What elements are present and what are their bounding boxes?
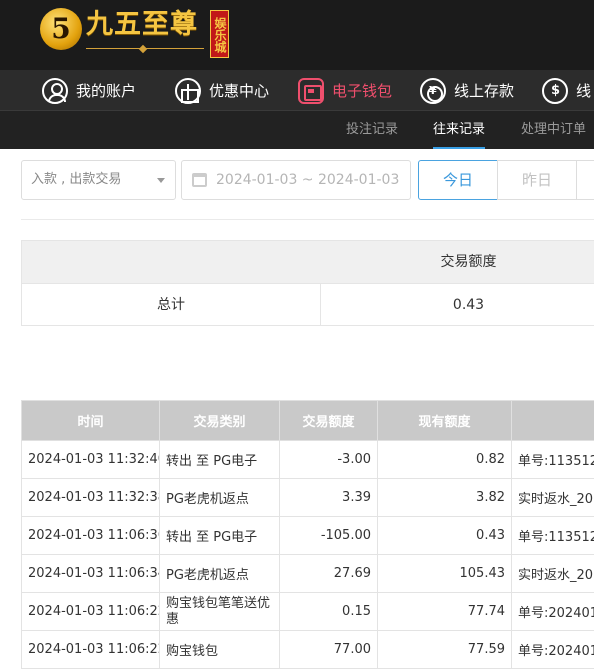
table-header-row: 时间 交易类别 交易额度 现有额度 <box>21 400 594 441</box>
nav-label: 我的账户 <box>76 82 137 100</box>
summary-table: 交易额度 总计 0.43 <box>21 240 594 326</box>
tab-pending-orders[interactable]: 处理中订单 <box>521 111 586 149</box>
nav-label: 线上存款 <box>454 82 515 100</box>
table-row: 2024-01-03 11:32:38 PG老虎机返点 3.39 3.82 实时… <box>21 478 594 517</box>
col-balance: 现有额度 <box>377 400 512 441</box>
user-icon <box>42 77 68 104</box>
cell-time: 2024-01-03 11:06:22 <box>21 630 160 669</box>
brand-name: 九五至尊 <box>86 9 198 40</box>
logo-text-wrap: 九五至尊 <box>86 8 204 52</box>
next-range-button[interactable] <box>576 160 594 200</box>
divider <box>21 219 594 220</box>
date-range-value: 2024-01-03 ~ 2024-01-03 <box>216 172 400 188</box>
nav-item-account[interactable]: 我的账户 <box>42 70 136 111</box>
money-icon <box>542 77 568 104</box>
summary-value: 0.43 <box>452 297 485 313</box>
main-nav: 我的账户 优惠中心 电子钱包 线上存款 线 <box>0 70 594 111</box>
cell-type: 购宝钱包笔笔送优惠 <box>159 592 280 631</box>
cell-balance: 77.74 <box>377 592 512 631</box>
cell-balance: 105.43 <box>377 554 512 593</box>
cell-type: 购宝钱包 <box>159 630 280 669</box>
top-bar: 5 九五至尊 娱乐城 <box>0 0 594 70</box>
cell-amount: 0.15 <box>279 592 378 631</box>
cell-time: 2024-01-03 11:06:34 <box>21 554 160 593</box>
col-note <box>511 400 594 441</box>
nav-item-deposit[interactable]: 线上存款 <box>420 70 514 111</box>
cell-time: 2024-01-03 11:32:40 <box>21 440 160 479</box>
col-type: 交易类别 <box>159 400 280 441</box>
gift-icon <box>175 77 201 104</box>
wallet-icon <box>298 77 324 104</box>
cell-amount: -3.00 <box>279 440 378 479</box>
cell-note: 单号:113512 <box>511 440 594 479</box>
cell-balance: 0.82 <box>377 440 512 479</box>
cell-amount: 27.69 <box>279 554 378 593</box>
cell-type: PG老虎机返点 <box>159 478 280 517</box>
cell-note: 实时返水_20 <box>511 554 594 593</box>
cell-note: 单号:202401 <box>511 630 594 669</box>
nav-label: 电子钱包 <box>332 82 393 100</box>
cell-note: 实时返水_20 <box>511 478 594 517</box>
sub-nav: 投注记录 往来记录 处理中订单 <box>0 111 594 149</box>
summary-label: 总计 <box>157 297 185 313</box>
today-button[interactable]: 今日 <box>418 160 498 200</box>
col-time: 时间 <box>21 400 160 441</box>
nav-item-more[interactable]: 线 <box>542 70 591 111</box>
nav-item-wallet[interactable]: 电子钱包 <box>298 70 392 111</box>
tab-transaction-records[interactable]: 往来记录 <box>433 111 486 149</box>
table-row: 2024-01-03 11:06:34 PG老虎机返点 27.69 105.43… <box>21 554 594 593</box>
logo-badge: 5 <box>40 8 82 50</box>
cell-amount: -105.00 <box>279 516 378 555</box>
calendar-icon <box>192 173 207 187</box>
summary-header: 交易额度 <box>22 241 594 283</box>
brand-tag: 娱乐城 <box>210 10 229 58</box>
table-row: 2024-01-03 11:32:40 转出 至 PG电子 -3.00 0.82… <box>21 440 594 479</box>
chevron-down-icon <box>157 178 165 183</box>
cell-time: 2024-01-03 11:32:38 <box>21 478 160 517</box>
yesterday-button[interactable]: 昨日 <box>497 160 577 200</box>
table-row: 2024-01-03 11:06:22 购宝钱包笔笔送优惠 0.15 77.74… <box>21 592 594 631</box>
logo-ornament <box>86 46 204 52</box>
deposit-icon <box>420 77 446 104</box>
cell-amount: 3.39 <box>279 478 378 517</box>
cell-time: 2024-01-03 11:06:22 <box>21 592 160 631</box>
cell-type: PG老虎机返点 <box>159 554 280 593</box>
cell-balance: 0.43 <box>377 516 512 555</box>
table-row: 2024-01-03 11:06:22 购宝钱包 77.00 77.59 单号:… <box>21 630 594 669</box>
cell-note: 单号:113512 <box>511 516 594 555</box>
cell-balance: 77.59 <box>377 630 512 669</box>
cell-type: 转出 至 PG电子 <box>159 516 280 555</box>
cell-balance: 3.82 <box>377 478 512 517</box>
table-row: 2024-01-03 11:06:36 转出 至 PG电子 -105.00 0.… <box>21 516 594 555</box>
summary-row: 总计 0.43 <box>22 283 594 326</box>
records-table: 时间 交易类别 交易额度 现有额度 2024-01-03 11:32:40 转出… <box>21 400 594 669</box>
cell-type: 转出 至 PG电子 <box>159 440 280 479</box>
nav-item-promotions[interactable]: 优惠中心 <box>175 70 269 111</box>
select-value: 入款 , 出款交易 <box>31 172 122 187</box>
brand-logo[interactable]: 5 九五至尊 娱乐城 <box>40 8 229 60</box>
cell-note: 单号:202401 <box>511 592 594 631</box>
summary-header-amount: 交易额度 <box>440 254 497 270</box>
col-amount: 交易额度 <box>279 400 378 441</box>
cell-time: 2024-01-03 11:06:36 <box>21 516 160 555</box>
nav-label: 优惠中心 <box>209 82 270 100</box>
date-range-input[interactable]: 2024-01-03 ~ 2024-01-03 <box>181 160 411 200</box>
cell-amount: 77.00 <box>279 630 378 669</box>
nav-label: 线 <box>576 82 592 100</box>
transaction-type-select[interactable]: 入款 , 出款交易 <box>21 160 176 200</box>
tab-bet-records[interactable]: 投注记录 <box>346 111 398 149</box>
